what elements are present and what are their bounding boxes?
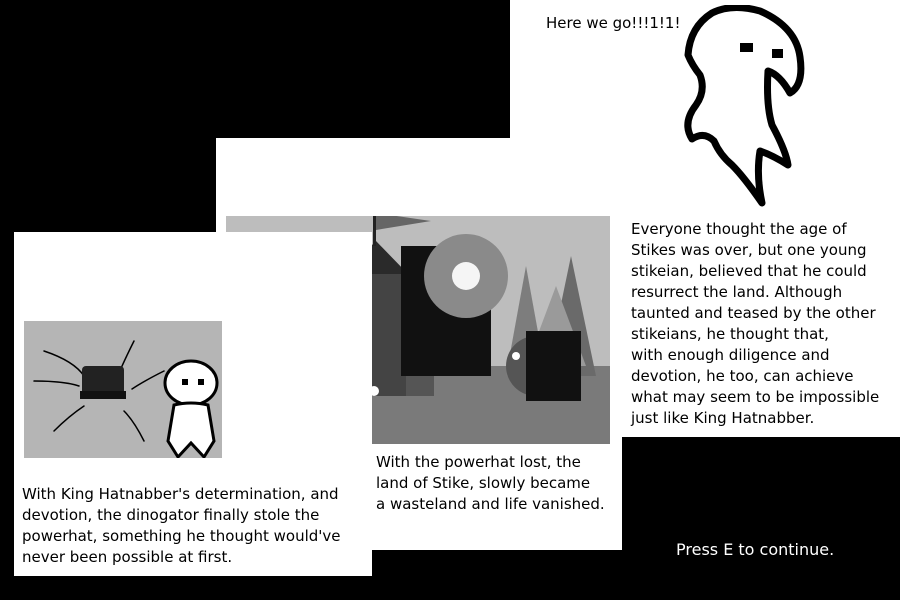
stikeian-character-icon	[163, 359, 219, 458]
powerhat-stolen-illustration	[24, 321, 222, 458]
story-panel-left: With King Hatnabber's determination, and…	[14, 232, 372, 576]
story-caption-right: Everyone thought the age of Stikes was o…	[631, 220, 880, 427]
stikeian-character-illustration	[684, 5, 805, 207]
continue-prompt[interactable]: Press E to continue.	[676, 540, 834, 559]
story-caption-left: With King Hatnabber's determination, and…	[22, 485, 341, 566]
story-caption-middle: With the powerhat lost, the land of Stik…	[376, 453, 605, 513]
